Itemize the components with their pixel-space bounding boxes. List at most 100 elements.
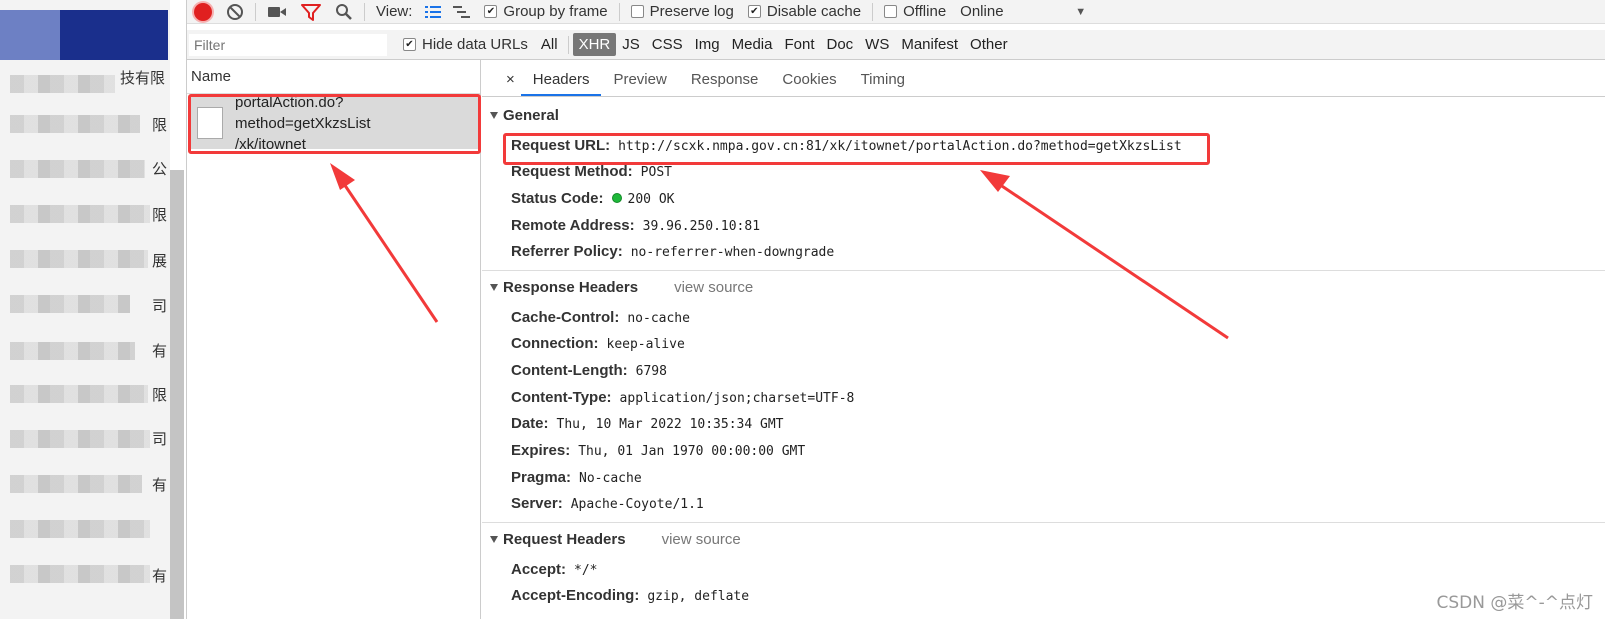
header-key: Status Code: [511, 190, 604, 207]
view-label: View: [376, 3, 413, 20]
tab-cookies[interactable]: Cookies [770, 71, 848, 96]
checkbox-unchecked[interactable] [630, 5, 644, 18]
header-value: */* [574, 563, 598, 578]
checkbox-checked[interactable] [747, 5, 761, 18]
blurred-text [10, 565, 150, 583]
page-text: 展 [152, 252, 168, 270]
hide-data-urls-label: Hide data URLs [422, 36, 528, 53]
view-source-link[interactable]: view source [674, 279, 753, 296]
tab-response[interactable]: Response [679, 71, 771, 96]
clear-button[interactable] [219, 0, 251, 24]
page-text: 限 [152, 206, 168, 224]
close-details-button[interactable]: × [494, 71, 521, 96]
type-filter-other[interactable]: Other [964, 36, 1014, 53]
request-headers-toggle[interactable]: Request Headers view source [490, 531, 741, 548]
response-header-row: Pragma: No-cache [511, 469, 642, 486]
blurred-text [10, 475, 142, 493]
checkbox-checked[interactable] [484, 5, 498, 18]
video-camera-icon [268, 6, 286, 17]
page-text: 有 [152, 476, 168, 494]
highlight-box [503, 133, 1210, 165]
page-scrollbar[interactable] [170, 170, 184, 619]
header-value: 6798 [635, 364, 667, 379]
page-text: 限 [152, 116, 168, 134]
response-header-row: Content-Length: 6798 [511, 362, 667, 379]
header-value: Thu, 10 Mar 2022 10:35:34 GMT [556, 417, 784, 432]
header-key: Request Method: [511, 163, 633, 180]
checkbox-unchecked[interactable] [884, 5, 898, 18]
type-filter-doc[interactable]: Doc [820, 36, 859, 53]
blurred-text [10, 160, 145, 178]
response-header-row: Server: Apache-Coyote/1.1 [511, 495, 704, 512]
header-key: Expires: [511, 442, 571, 459]
type-filter-all[interactable]: All [535, 36, 564, 53]
type-filter-css[interactable]: CSS [646, 36, 689, 53]
header-key: Cache-Control: [511, 309, 620, 326]
header-key: Date: [511, 415, 549, 432]
throttling-value: Online [960, 3, 1004, 20]
group-by-frame-checkbox[interactable]: Group by frame [477, 0, 614, 24]
blurred-text [10, 520, 150, 538]
watermark-text: CSDN @菜^-^点灯 [1436, 593, 1594, 613]
large-rows-button[interactable] [419, 0, 447, 24]
request-method-row: Request Method: POST [511, 163, 672, 180]
header-key: Accept: [511, 561, 567, 578]
view-source-link[interactable]: view source [662, 531, 741, 548]
offline-checkbox[interactable]: Offline [877, 0, 953, 24]
header-key: Server: [511, 495, 563, 512]
type-filter-ws[interactable]: WS [859, 36, 895, 53]
devtools-network-panel: View: Group by frame Preserve log Disabl… [186, 0, 1605, 619]
toolbar-divider [364, 2, 365, 21]
header-value: No-cache [579, 471, 642, 486]
filter-bar: Hide data URLs All XHR JS CSS Img Media … [187, 30, 1605, 60]
request-header-row: Accept: */* [511, 561, 598, 578]
header-value: POST [640, 165, 672, 180]
hide-data-urls-checkbox[interactable]: Hide data URLs [387, 33, 535, 57]
waterfall-button[interactable] [447, 0, 477, 24]
header-value: no-cache [627, 311, 690, 326]
tab-headers[interactable]: Headers [520, 71, 602, 96]
filter-toggle-button[interactable] [294, 0, 328, 24]
response-headers-toggle[interactable]: Response Headers view source [490, 279, 753, 296]
blurred-text [10, 75, 115, 93]
record-icon [194, 2, 212, 21]
type-filter-img[interactable]: Img [689, 36, 726, 53]
throttling-select[interactable]: Online ▼ [953, 0, 1093, 24]
capture-screenshots-button[interactable] [260, 0, 294, 24]
page-text: 技有限 [120, 69, 166, 87]
header-key: Pragma: [511, 469, 572, 486]
toolbar-divider [255, 2, 256, 21]
status-code-row: Status Code: 200 OK [511, 190, 674, 207]
header-key: Connection: [511, 335, 599, 352]
expand-triangle-icon [490, 536, 498, 543]
tab-timing[interactable]: Timing [849, 71, 917, 96]
record-button[interactable] [187, 0, 219, 24]
tab-preview[interactable]: Preview [601, 71, 678, 96]
blurred-text [10, 430, 150, 448]
expand-triangle-icon [490, 112, 498, 119]
disable-cache-label: Disable cache [766, 3, 862, 20]
filter-icon [301, 3, 321, 21]
type-filter-font[interactable]: Font [778, 36, 820, 53]
type-filter-js[interactable]: JS [616, 36, 646, 53]
search-button[interactable] [328, 0, 360, 24]
preserve-log-checkbox[interactable]: Preserve log [624, 0, 741, 24]
page-text: 司 [152, 430, 168, 448]
page-text: 有 [152, 342, 168, 360]
page-text: 限 [152, 386, 168, 404]
type-filter-xhr[interactable]: XHR [572, 33, 617, 56]
highlight-box [188, 94, 481, 154]
header-key: Referrer Policy: [511, 243, 623, 260]
filter-divider [567, 35, 569, 54]
remote-address-row: Remote Address: 39.96.250.10:81 [511, 217, 760, 234]
checkbox-checked[interactable] [403, 38, 416, 51]
type-filter-manifest[interactable]: Manifest [895, 36, 964, 53]
section-title: Response Headers [503, 279, 639, 296]
filter-input[interactable] [189, 33, 387, 56]
name-column-header[interactable]: Name [187, 60, 480, 94]
type-filter-media[interactable]: Media [726, 36, 779, 53]
waterfall-icon [453, 5, 471, 18]
expand-triangle-icon [490, 284, 498, 291]
disable-cache-checkbox[interactable]: Disable cache [741, 0, 868, 24]
general-section-toggle[interactable]: General [490, 107, 559, 124]
